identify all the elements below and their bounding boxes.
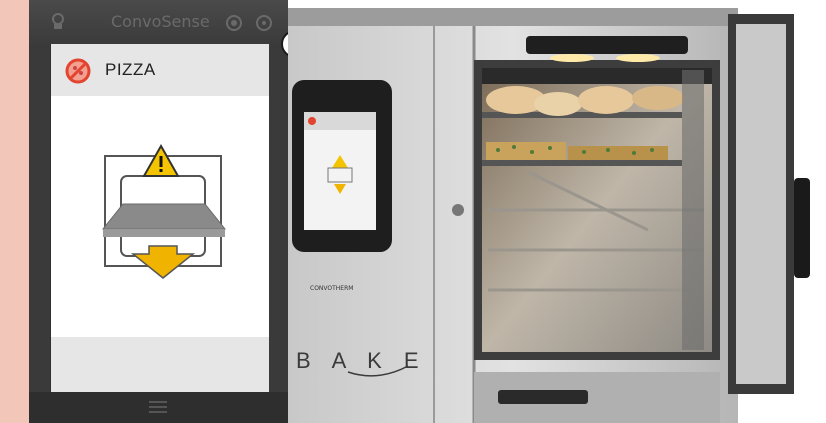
no-pizza-icon	[65, 58, 91, 84]
bottom-bar	[29, 392, 288, 423]
app-title: ConvoSense	[111, 12, 210, 31]
bake-logo: B A K E	[296, 348, 427, 373]
dialog-footer	[51, 337, 269, 392]
tray-icon	[101, 203, 227, 230]
settings-icon[interactable]	[225, 14, 243, 32]
menu-icon[interactable]	[149, 400, 167, 414]
home-icon[interactable]	[47, 12, 69, 30]
program-dialog: PIZZA	[50, 44, 269, 392]
dialog-header: PIZZA	[51, 44, 269, 96]
convosense-screen: ConvoSense PIZZA	[29, 0, 309, 423]
remove-tray-diagram	[101, 144, 227, 279]
help-icon[interactable]	[255, 14, 273, 32]
program-name: PIZZA	[105, 60, 156, 79]
oven-photo: CONVOTHERM B A K E	[288, 8, 810, 423]
top-bar: ConvoSense	[29, 0, 288, 44]
svg-text:CONVOTHERM: CONVOTHERM	[310, 285, 353, 292]
